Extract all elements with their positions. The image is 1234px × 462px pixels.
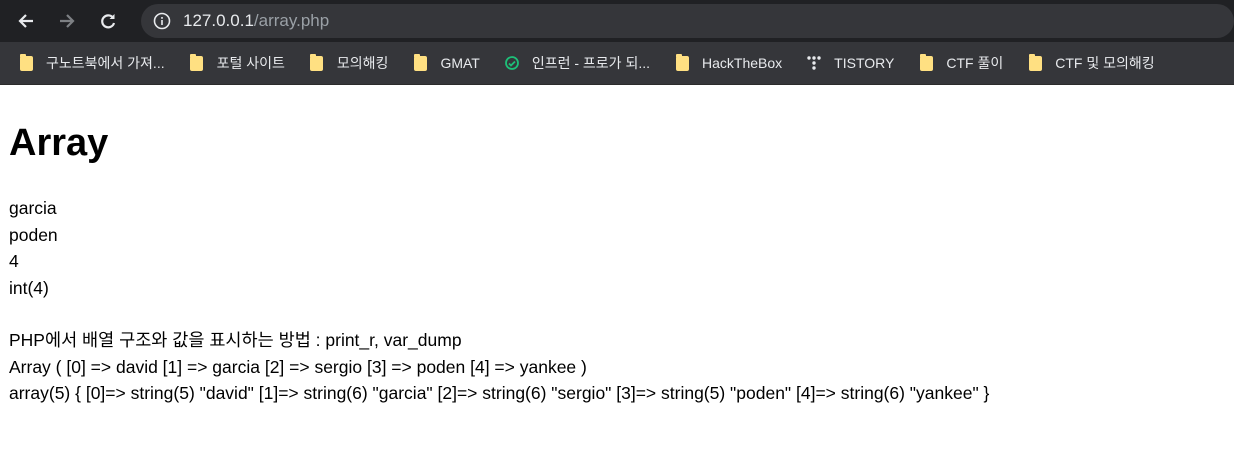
site-info-icon[interactable] (153, 12, 171, 30)
bookmark-folder-hackthebox[interactable]: HackTheBox (674, 53, 783, 71)
output-line: poden (9, 224, 58, 245)
bookmark-label: CTF 풀이 (946, 55, 1004, 71)
bookmark-tistory[interactable]: TISTORY (806, 55, 894, 71)
folder-icon (674, 53, 690, 71)
bookmarks-bar: 구노트북에서 가져... 포털 사이트 모의해킹 GMAT 인프런 - 프로가 … (0, 42, 1234, 85)
address-bar[interactable]: 127.0.0.1/array.php (141, 4, 1234, 38)
output-line: garcia (9, 198, 57, 218)
bookmark-folder-notebook[interactable]: 구노트북에서 가져... (18, 53, 165, 73)
page-title: Array (9, 122, 109, 164)
folder-icon (189, 53, 205, 71)
var-dump-output: array(5) { [0]=> string(5) "david" [1]=>… (9, 383, 990, 403)
bookmark-label: CTF 및 모의해킹 (1055, 55, 1155, 71)
bookmark-folder-gmat[interactable]: GMAT (412, 53, 480, 71)
reload-button[interactable] (95, 8, 121, 34)
reload-icon (101, 14, 116, 29)
forward-button[interactable] (54, 8, 80, 34)
bookmark-folder-portal[interactable]: 포털 사이트 (189, 53, 285, 73)
inflearn-icon (504, 55, 520, 71)
url-path: /array.php (253, 11, 330, 30)
bookmark-label: 구노트북에서 가져... (46, 55, 165, 71)
folder-icon (18, 53, 34, 71)
bookmark-label: TISTORY (834, 55, 895, 71)
folder-icon (412, 53, 428, 71)
output-line: 4 (9, 251, 19, 271)
print-r-output: Array ( [0] => david [1] => garcia [2] =… (9, 356, 587, 377)
bookmark-folder-ctf-pentest[interactable]: CTF 및 모의해킹 (1027, 53, 1155, 73)
forward-arrow-icon (60, 14, 75, 28)
browser-toolbar: 127.0.0.1/array.php (0, 0, 1234, 42)
bookmark-folder-ctf[interactable]: CTF 풀이 (918, 53, 1003, 73)
bookmark-label: 포털 사이트 (216, 55, 285, 71)
folder-icon (918, 53, 934, 71)
page-content: Array garcia poden 4 int(4) PHP에서 배열 구조와… (0, 121, 1234, 407)
url-host: 127.0.0.1 (183, 11, 254, 30)
bookmark-inflearn[interactable]: 인프런 - 프로가 되... (504, 53, 650, 73)
bookmark-label: 모의해킹 (336, 55, 389, 71)
folder-icon (1027, 53, 1043, 71)
folder-icon (309, 53, 325, 71)
description-text: PHP에서 배열 구조와 값을 표시하는 방법 : print_r, var_d… (9, 330, 462, 350)
tistory-icon (806, 55, 822, 71)
bookmark-label: GMAT (440, 55, 480, 71)
bookmark-label: 인프런 - 프로가 되... (531, 55, 651, 71)
bookmark-label: HackTheBox (702, 55, 783, 71)
back-arrow-icon (18, 14, 33, 28)
back-button[interactable] (13, 8, 39, 34)
bookmark-folder-pentest[interactable]: 모의해킹 (309, 53, 389, 73)
output-line: int(4) (9, 277, 49, 298)
